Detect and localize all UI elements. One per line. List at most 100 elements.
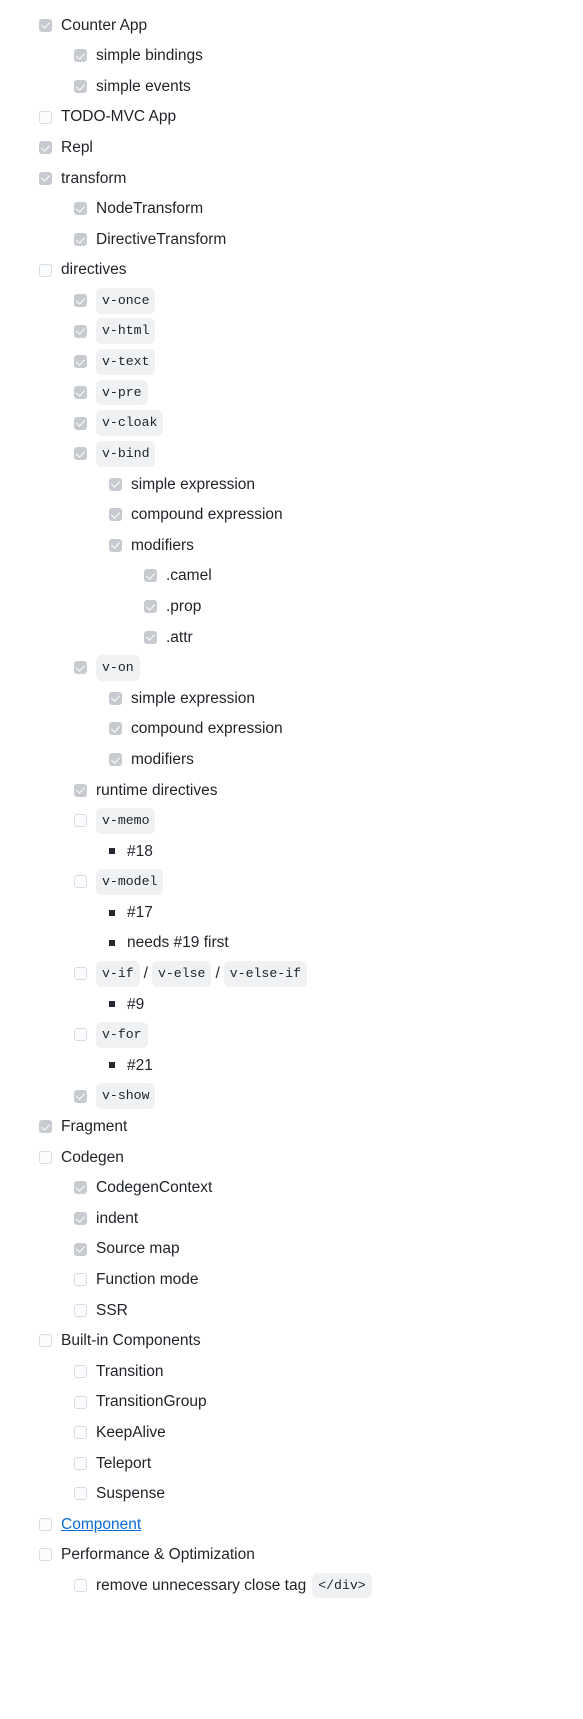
item-label: simple bindings bbox=[96, 47, 203, 65]
task-list-item: DirectiveTransform bbox=[0, 224, 583, 255]
inline-code: v-bind bbox=[96, 440, 156, 467]
checkbox-unchecked-icon[interactable] bbox=[74, 1456, 87, 1470]
item-label: DirectiveTransform bbox=[96, 230, 227, 248]
item-label: Source map bbox=[96, 1240, 180, 1258]
checkbox-checked-icon[interactable] bbox=[109, 722, 122, 736]
item-label: Fragment bbox=[61, 1118, 128, 1136]
task-list-item: v-pre bbox=[0, 377, 583, 408]
checkbox-checked-icon[interactable] bbox=[74, 1089, 87, 1103]
task-list-item: TODO-MVC App bbox=[0, 102, 583, 133]
checkbox-checked-icon[interactable] bbox=[74, 1211, 87, 1225]
inline-code: v-once bbox=[96, 287, 156, 314]
task-list-item: v-memo bbox=[0, 805, 583, 836]
checkbox-checked-icon[interactable] bbox=[39, 171, 52, 185]
task-list-item: Built-in Components bbox=[0, 1326, 583, 1357]
inline-code: v-memo bbox=[96, 807, 156, 834]
task-list-item: Fragment bbox=[0, 1111, 583, 1142]
link[interactable]: Component bbox=[61, 1513, 141, 1536]
item-label: directives bbox=[61, 261, 127, 279]
checkbox-unchecked-icon[interactable] bbox=[39, 1334, 52, 1348]
task-list-item: TransitionGroup bbox=[0, 1387, 583, 1418]
task-list-item: Codegen bbox=[0, 1142, 583, 1173]
checkbox-checked-icon[interactable] bbox=[39, 18, 52, 32]
checkbox-unchecked-icon[interactable] bbox=[74, 1395, 87, 1409]
item-label: modifiers bbox=[131, 536, 194, 554]
item-label: KeepAlive bbox=[96, 1423, 166, 1441]
task-list-item: simple bindings bbox=[0, 41, 583, 72]
task-list-item: v-show bbox=[0, 1081, 583, 1112]
task-list-item: KeepAlive bbox=[0, 1417, 583, 1448]
checkbox-checked-icon[interactable] bbox=[74, 294, 87, 308]
checkbox-unchecked-icon[interactable] bbox=[39, 110, 52, 124]
task-list-item: v-on bbox=[0, 652, 583, 683]
checkbox-checked-icon[interactable] bbox=[74, 416, 87, 430]
checkbox-checked-icon[interactable] bbox=[109, 538, 122, 552]
checkbox-unchecked-icon[interactable] bbox=[74, 1364, 87, 1378]
square-bullet-icon bbox=[109, 940, 115, 947]
checkbox-checked-icon[interactable] bbox=[144, 600, 157, 614]
task-list-item: modifiers bbox=[0, 744, 583, 775]
checkbox-unchecked-icon[interactable] bbox=[74, 1579, 87, 1593]
checkbox-checked-icon[interactable] bbox=[74, 49, 87, 63]
checkbox-unchecked-icon[interactable] bbox=[74, 1487, 87, 1501]
task-list-item: compound expression bbox=[0, 714, 583, 745]
item-label: SSR bbox=[96, 1301, 128, 1319]
checkbox-checked-icon[interactable] bbox=[74, 1242, 87, 1256]
inline-code: v-cloak bbox=[96, 410, 164, 436]
checkbox-checked-icon[interactable] bbox=[74, 661, 87, 675]
item-label: NodeTransform bbox=[96, 200, 204, 218]
task-list-item: directives bbox=[0, 255, 583, 286]
inline-code: v-else bbox=[151, 960, 212, 987]
task-list: Counter App simple bindings simple events T… bbox=[0, 0, 583, 1601]
separator: / bbox=[143, 965, 148, 983]
checkbox-unchecked-icon[interactable] bbox=[39, 1548, 52, 1562]
checkbox-checked-icon[interactable] bbox=[74, 447, 87, 461]
checkbox-unchecked-icon[interactable] bbox=[74, 875, 87, 889]
item-label: Suspense bbox=[96, 1485, 165, 1503]
checkbox-unchecked-icon[interactable] bbox=[39, 1517, 52, 1531]
checkbox-unchecked-icon[interactable] bbox=[39, 1150, 52, 1164]
checkbox-unchecked-icon[interactable] bbox=[74, 1303, 87, 1317]
item-label: .camel bbox=[166, 567, 212, 585]
checkbox-checked-icon[interactable] bbox=[74, 202, 87, 216]
checkbox-checked-icon[interactable] bbox=[74, 1181, 87, 1195]
checkbox-unchecked-icon[interactable] bbox=[74, 814, 87, 828]
task-list-item: simple expression bbox=[0, 469, 583, 500]
item-label: modifiers bbox=[131, 750, 194, 768]
checkbox-checked-icon[interactable] bbox=[74, 355, 87, 369]
checkbox-unchecked-icon[interactable] bbox=[74, 1426, 87, 1440]
checkbox-unchecked-icon[interactable] bbox=[74, 1028, 87, 1042]
checkbox-checked-icon[interactable] bbox=[109, 691, 122, 705]
task-list-item: transform bbox=[0, 163, 583, 194]
item-label: compound expression bbox=[131, 506, 283, 524]
item-label: TransitionGroup bbox=[96, 1393, 207, 1411]
checkbox-checked-icon[interactable] bbox=[109, 753, 122, 767]
checkbox-unchecked-icon[interactable] bbox=[74, 967, 87, 981]
checkbox-checked-icon[interactable] bbox=[109, 477, 122, 491]
checkbox-checked-icon[interactable] bbox=[74, 783, 87, 797]
task-list-item: Transition bbox=[0, 1356, 583, 1387]
task-list-item: NodeTransform bbox=[0, 194, 583, 225]
checkbox-unchecked-icon[interactable] bbox=[39, 263, 52, 277]
checkbox-checked-icon[interactable] bbox=[74, 79, 87, 93]
checkbox-checked-icon[interactable] bbox=[39, 1120, 52, 1134]
task-list-item: v-once bbox=[0, 285, 583, 316]
checkbox-checked-icon[interactable] bbox=[74, 385, 87, 399]
item-label: simple expression bbox=[131, 475, 256, 493]
checkbox-checked-icon[interactable] bbox=[144, 569, 157, 583]
checkbox-checked-icon[interactable] bbox=[109, 508, 122, 522]
item-label: .prop bbox=[166, 597, 202, 615]
task-list-item: v-html bbox=[0, 316, 583, 347]
item-label: #21 bbox=[127, 1056, 153, 1074]
checkbox-checked-icon[interactable] bbox=[74, 232, 87, 246]
inline-code: v-html bbox=[96, 318, 156, 345]
checkbox-checked-icon[interactable] bbox=[74, 324, 87, 338]
checkbox-unchecked-icon[interactable] bbox=[74, 1273, 87, 1287]
checkbox-checked-icon[interactable] bbox=[144, 630, 157, 644]
checkbox-checked-icon[interactable] bbox=[39, 141, 52, 155]
task-list-item: simple events bbox=[0, 71, 583, 102]
inline-code: </div> bbox=[312, 1572, 372, 1599]
separator: / bbox=[215, 965, 220, 983]
square-bullet-icon bbox=[109, 1062, 115, 1069]
task-list-item: .attr bbox=[0, 622, 583, 653]
